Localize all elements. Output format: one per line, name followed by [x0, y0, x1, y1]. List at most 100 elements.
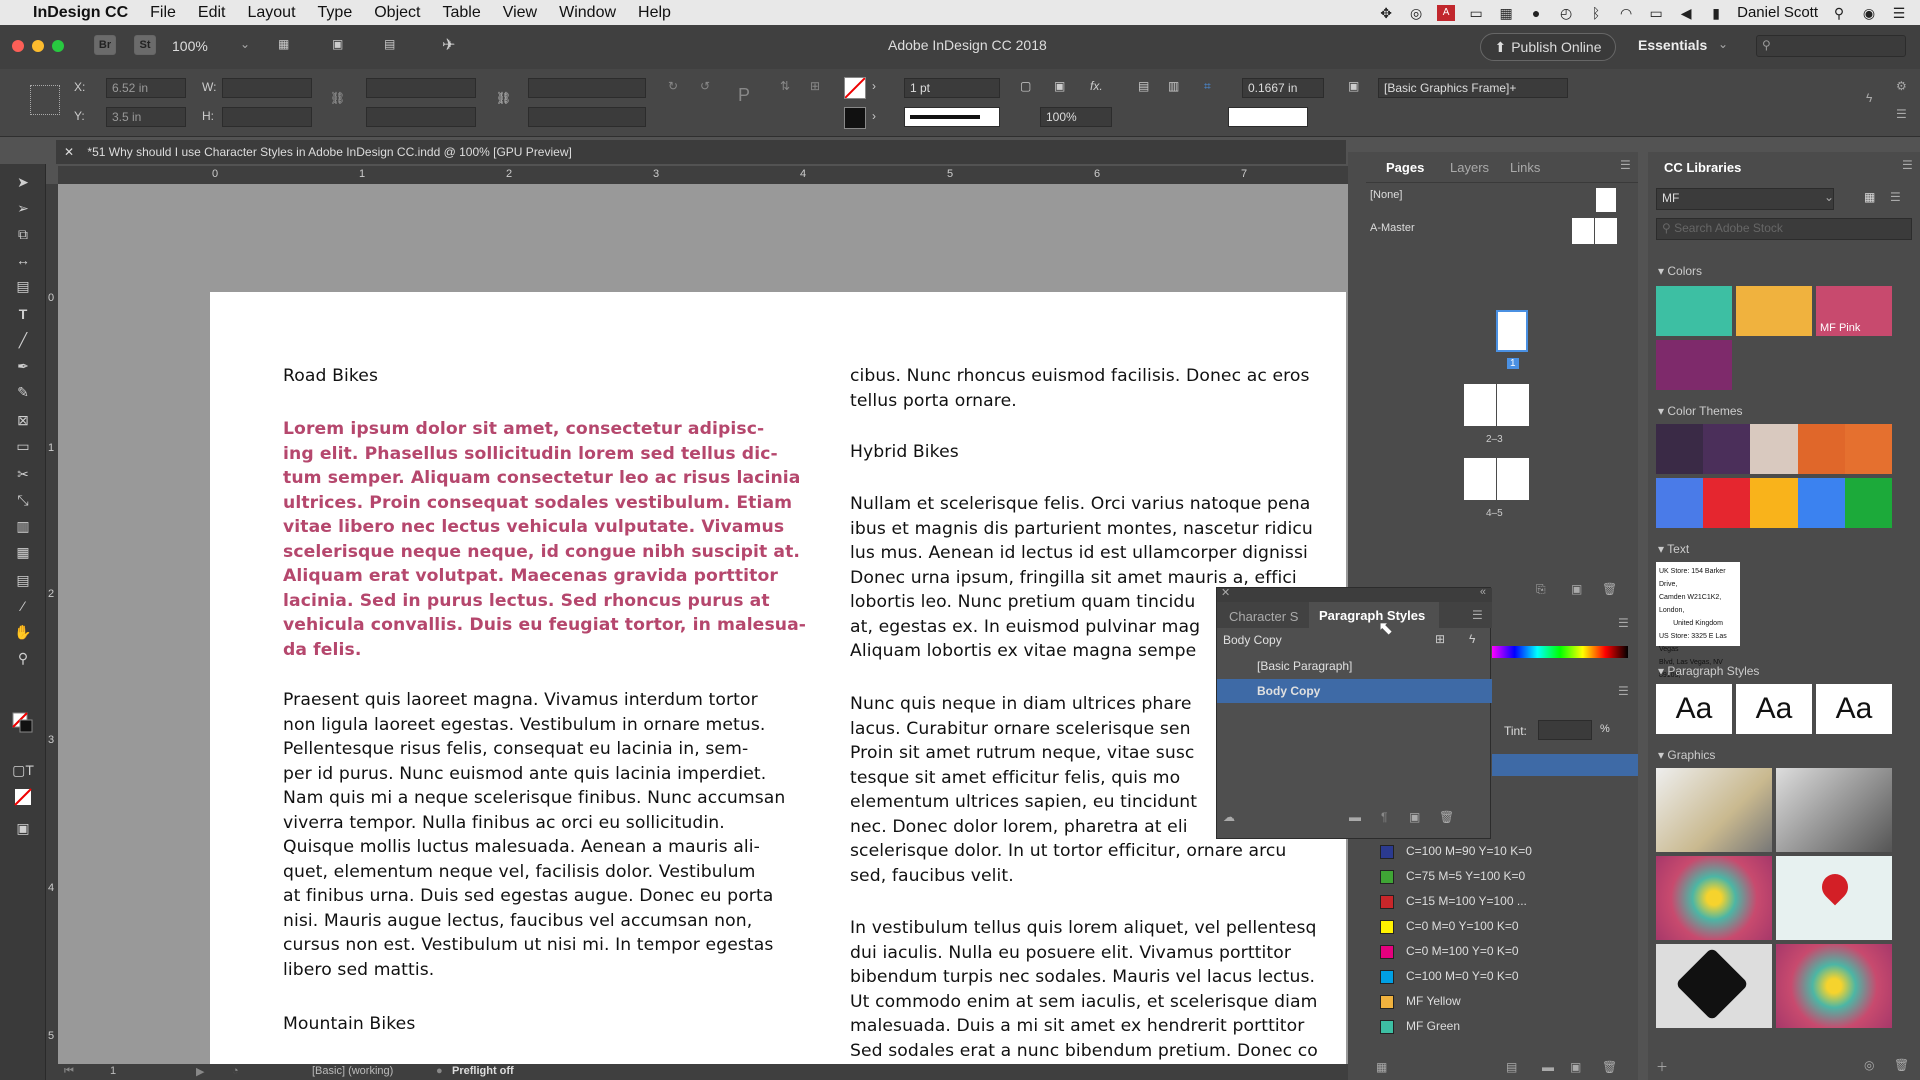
- pages-panel-menu-icon[interactable]: ☰: [1620, 158, 1631, 172]
- zoom-dropdown-icon[interactable]: ⌄: [240, 37, 250, 51]
- page-5-thumb[interactable]: [1497, 458, 1529, 500]
- clear-overrides-icon[interactable]: ¶: [1381, 810, 1387, 824]
- close-window-button[interactable]: [12, 40, 24, 52]
- preflight-status[interactable]: Preflight off: [452, 1065, 514, 1077]
- paragraph-styles-menu-icon[interactable]: ☰: [1472, 608, 1483, 622]
- grid-app-icon[interactable]: ▦: [1497, 5, 1515, 21]
- align-left-icon[interactable]: ▤: [1138, 79, 1149, 93]
- menu-type[interactable]: Type: [307, 4, 364, 22]
- airplay-icon[interactable]: ▭: [1647, 5, 1665, 21]
- rotation-angle-field[interactable]: [528, 78, 646, 98]
- swatch-row[interactable]: C=100 M=0 Y=0 K=0: [1380, 965, 1519, 987]
- page-2-thumb[interactable]: [1464, 384, 1496, 426]
- battery-icon[interactable]: ▮: [1707, 5, 1725, 21]
- screen-icon[interactable]: ▭: [1467, 5, 1485, 21]
- heading-hybrid-bikes[interactable]: Hybrid Bikes: [850, 440, 959, 465]
- character-styled-paragraph[interactable]: Lorem ipsum dolor sit amet, consectetur …: [283, 417, 806, 662]
- page-tool-icon[interactable]: ⧉: [12, 226, 34, 246]
- stroke-dropdown-icon[interactable]: ›: [872, 109, 876, 123]
- library-pstyle-3[interactable]: Aa: [1816, 684, 1892, 734]
- selected-swatch-row[interactable]: [1492, 754, 1638, 776]
- zoom-window-button[interactable]: [52, 40, 64, 52]
- constrain-proportions-icon[interactable]: ⛓: [330, 91, 345, 105]
- swatch-row[interactable]: C=0 M=100 Y=0 K=0: [1380, 940, 1519, 962]
- rectangle-frame-tool-icon[interactable]: ⊠: [12, 412, 34, 432]
- frame-fitting-icon[interactable]: ▢: [1020, 79, 1031, 93]
- rotate-ccw-icon[interactable]: ↺: [700, 79, 710, 93]
- screen-mode-tool-icon[interactable]: ▣: [12, 820, 34, 840]
- color-theme-2[interactable]: [1656, 478, 1893, 528]
- screen-mode-icon[interactable]: ▣: [332, 37, 343, 51]
- object-style-dropdown[interactable]: [Basic Graphics Frame]+: [1378, 78, 1568, 98]
- body-copy-paragraph[interactable]: Praesent quis laoreet magna. Vivamus int…: [283, 688, 785, 982]
- vertical-ruler[interactable]: 0 1 2 3 4 5: [46, 184, 58, 1064]
- tab-pages[interactable]: Pages: [1386, 160, 1424, 175]
- fill-swatch-none[interactable]: [844, 77, 866, 99]
- horizontal-ruler[interactable]: 0 1 2 3 4 5 6 7: [58, 166, 1348, 184]
- view-options-icon[interactable]: ▦: [278, 37, 289, 51]
- library-color-mf-pink[interactable]: MF Pink: [1816, 286, 1892, 336]
- zoom-level[interactable]: 100%: [172, 38, 208, 54]
- none-master[interactable]: [None]: [1370, 189, 1402, 201]
- corner-shape-field[interactable]: [1228, 107, 1308, 127]
- stock-button[interactable]: St: [134, 35, 156, 55]
- new-swatch-icon[interactable]: ▣: [1570, 1060, 1581, 1074]
- library-select[interactable]: MF: [1656, 188, 1834, 210]
- fill-dropdown-icon[interactable]: ›: [872, 79, 876, 93]
- line-tool-icon[interactable]: ╱: [12, 332, 34, 352]
- delete-page-icon[interactable]: 🗑: [1602, 582, 1617, 596]
- creative-cloud-icon[interactable]: ◎: [1407, 5, 1425, 21]
- reference-point-icon[interactable]: [30, 85, 60, 115]
- heading-road-bikes[interactable]: Road Bikes: [283, 364, 378, 389]
- dropbox-icon[interactable]: ✥: [1377, 5, 1395, 21]
- menu-window[interactable]: Window: [548, 4, 627, 22]
- library-graphic-room-photo[interactable]: [1776, 768, 1892, 852]
- colors-section-label[interactable]: ▾ Colors: [1658, 264, 1702, 278]
- page-1-thumb[interactable]: [1496, 310, 1528, 352]
- delete-library-item-icon[interactable]: 🗑: [1894, 1058, 1909, 1072]
- spotlight-search-icon[interactable]: ⚲: [1830, 5, 1848, 21]
- library-text-address[interactable]: UK Store: 154 Barker Drive, Camden W21C1…: [1656, 562, 1740, 679]
- swatch-row[interactable]: MF Yellow: [1380, 990, 1461, 1012]
- chain-link-icon[interactable]: ⛓: [496, 91, 511, 105]
- collapse-panel-icon[interactable]: «: [1480, 586, 1486, 598]
- scale-y-field[interactable]: [366, 107, 476, 127]
- gradient-swatch-tool-icon[interactable]: ▥: [12, 518, 34, 538]
- stock-search-input[interactable]: ⚲ Search Adobe Stock: [1656, 218, 1912, 240]
- new-page-icon[interactable]: ▣: [1571, 582, 1582, 596]
- library-dropdown-icon[interactable]: ⌄: [1824, 190, 1834, 204]
- swatch-row[interactable]: C=75 M=5 Y=100 K=0: [1380, 865, 1525, 887]
- open-document-icon[interactable]: ◔: [232, 1065, 239, 1077]
- library-pstyle-2[interactable]: Aa: [1736, 684, 1812, 734]
- color-theme-1[interactable]: [1656, 424, 1893, 474]
- close-tab-icon[interactable]: ✕: [64, 145, 74, 159]
- menu-app-name[interactable]: InDesign CC: [22, 4, 139, 22]
- hand-tool-icon[interactable]: ✋: [12, 624, 34, 644]
- workspace-chevron-icon[interactable]: ⌄: [1718, 37, 1728, 51]
- cc-libraries-icon[interactable]: ☁: [1223, 810, 1235, 824]
- delete-swatch-icon[interactable]: 🗑: [1602, 1060, 1617, 1074]
- stroke-weight-field[interactable]: 1 pt: [904, 78, 1000, 98]
- new-color-group-icon[interactable]: ▬: [1542, 1060, 1554, 1074]
- fit-content-icon[interactable]: ▣: [1054, 79, 1065, 93]
- show-all-swatches-icon[interactable]: ▦: [1376, 1060, 1387, 1074]
- scale-x-field[interactable]: [366, 78, 476, 98]
- width-field[interactable]: [222, 78, 312, 98]
- library-color-mf-yellow[interactable]: [1736, 286, 1812, 336]
- quick-apply-icon[interactable]: ϟ: [1866, 91, 1872, 105]
- a-master-thumb-right[interactable]: [1595, 218, 1617, 244]
- panel-title-bar[interactable]: ✕ «: [1217, 586, 1492, 602]
- library-graphic-abstract-pink-2[interactable]: [1776, 944, 1892, 1028]
- libraries-menu-icon[interactable]: ☰: [1902, 158, 1913, 172]
- help-search-input[interactable]: ⚲: [1756, 35, 1906, 57]
- delete-style-icon[interactable]: 🗑: [1439, 810, 1454, 824]
- new-style-icon[interactable]: ▣: [1409, 810, 1420, 824]
- menu-help[interactable]: Help: [627, 4, 682, 22]
- library-sync-icon[interactable]: ◎: [1864, 1058, 1874, 1072]
- list-view-icon[interactable]: ☰: [1890, 190, 1901, 204]
- direct-selection-tool-icon[interactable]: ➢: [12, 200, 34, 220]
- rectangle-tool-icon[interactable]: ▭: [12, 438, 34, 458]
- tab-character-styles[interactable]: Character S: [1229, 609, 1298, 624]
- menu-table[interactable]: Table: [431, 4, 491, 22]
- menu-layout[interactable]: Layout: [236, 4, 306, 22]
